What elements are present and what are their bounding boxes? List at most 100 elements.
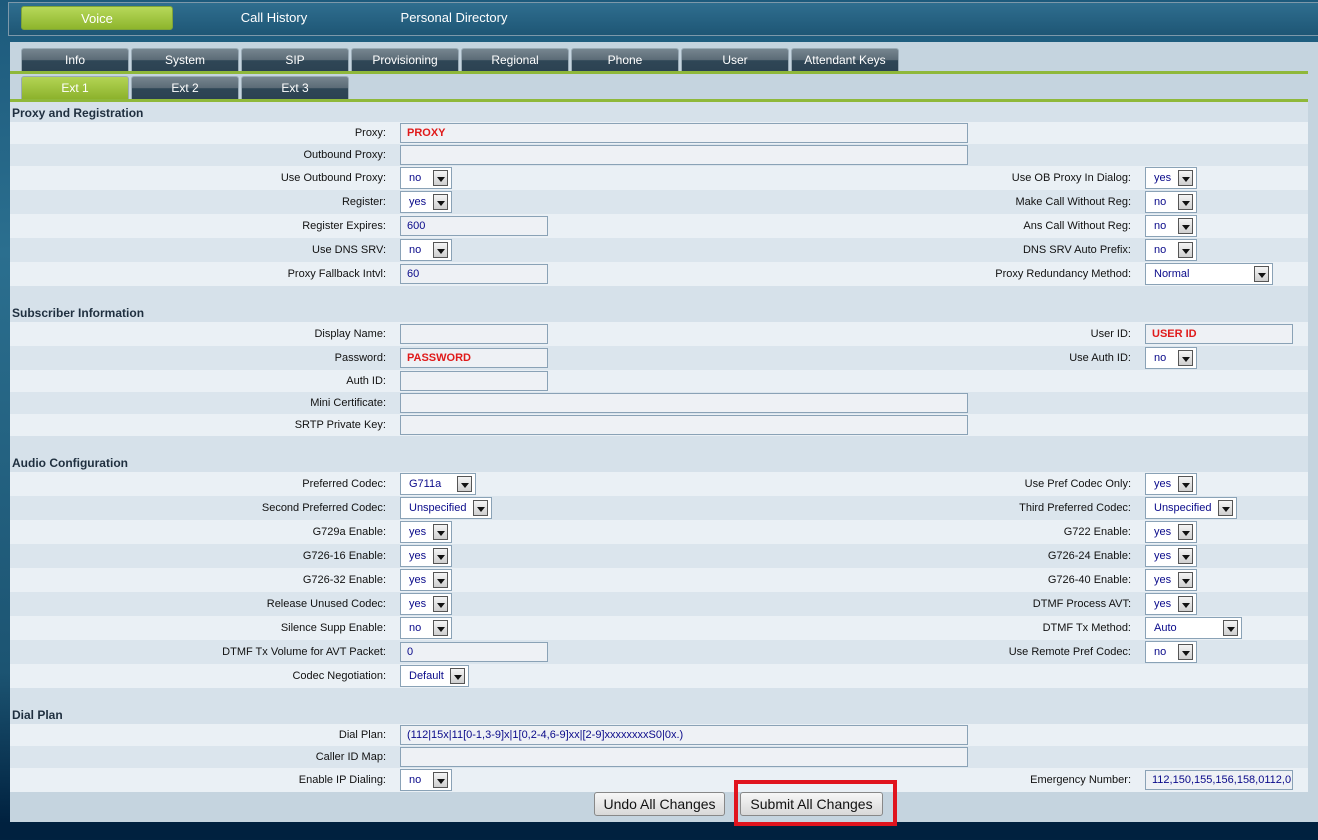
tab-system[interactable]: System bbox=[131, 48, 239, 71]
third-preferred-codec-value: Unspecified bbox=[1154, 502, 1212, 514]
chevron-down-icon[interactable] bbox=[1178, 572, 1193, 588]
chevron-down-icon[interactable] bbox=[433, 524, 448, 540]
proxy-fallback-intvl-label: Proxy Fallback Intvl: bbox=[287, 268, 386, 280]
g726-40-enable-value: yes bbox=[1154, 574, 1172, 586]
enable-ip-dialing-select[interactable]: no bbox=[400, 769, 452, 791]
dtmf-tx-method-select[interactable]: Auto bbox=[1145, 617, 1242, 639]
chevron-down-icon[interactable] bbox=[1178, 242, 1193, 258]
mini-certificate-input[interactable] bbox=[400, 393, 968, 413]
tab-regional[interactable]: Regional bbox=[461, 48, 569, 71]
g726-32-enable-value: yes bbox=[409, 574, 427, 586]
second-preferred-codec-select[interactable]: Unspecified bbox=[400, 497, 492, 519]
register-expires-input[interactable]: 600 bbox=[400, 216, 548, 236]
section-header: Subscriber Information bbox=[10, 302, 1308, 322]
dtmf-tx-method-value: Auto bbox=[1154, 622, 1177, 634]
chevron-down-icon[interactable] bbox=[450, 668, 465, 684]
nav-call-history[interactable]: Call History bbox=[199, 6, 349, 30]
proxy-fallback-intvl-input[interactable]: 60 bbox=[400, 264, 548, 284]
chevron-down-icon[interactable] bbox=[1178, 524, 1193, 540]
silence-supp-enable-select[interactable]: no bbox=[400, 617, 452, 639]
password-input[interactable]: PASSWORD bbox=[400, 348, 548, 368]
user-id-input[interactable]: USER ID bbox=[1145, 324, 1293, 344]
g726-40-enable-select[interactable]: yes bbox=[1145, 569, 1197, 591]
chevron-down-icon[interactable] bbox=[457, 476, 472, 492]
make-call-without-reg-select[interactable]: no bbox=[1145, 191, 1197, 213]
dns-srv-auto-prefix-select[interactable]: no bbox=[1145, 239, 1197, 261]
srtp-private-key-label: SRTP Private Key: bbox=[294, 419, 386, 431]
main-tabs: Info System SIP Provisioning Regional Phone Us… bbox=[21, 48, 899, 71]
release-unused-codec-label: Release Unused Codec: bbox=[266, 598, 386, 610]
chevron-down-icon[interactable] bbox=[433, 596, 448, 612]
codec-negotiation-select[interactable]: Default bbox=[400, 665, 469, 687]
third-preferred-codec-select[interactable]: Unspecified bbox=[1145, 497, 1237, 519]
chevron-down-icon[interactable] bbox=[433, 170, 448, 186]
g729a-enable-select[interactable]: yes bbox=[400, 521, 452, 543]
chevron-down-icon[interactable] bbox=[1178, 476, 1193, 492]
ans-call-without-reg-select[interactable]: no bbox=[1145, 215, 1197, 237]
g726-24-enable-select[interactable]: yes bbox=[1145, 545, 1197, 567]
chevron-down-icon[interactable] bbox=[433, 242, 448, 258]
release-unused-codec-select[interactable]: yes bbox=[400, 593, 452, 615]
proxy-redundancy-method-select[interactable]: Normal bbox=[1145, 263, 1273, 285]
chevron-down-icon[interactable] bbox=[1218, 500, 1233, 516]
g726-24-enable-label: G726-24 Enable: bbox=[1047, 550, 1131, 562]
g722-enable-select[interactable]: yes bbox=[1145, 521, 1197, 543]
use-dns-srv-select[interactable]: no bbox=[400, 239, 452, 261]
tab-ext-1[interactable]: Ext 1 bbox=[21, 76, 129, 99]
chevron-down-icon[interactable] bbox=[433, 620, 448, 636]
nav-voice[interactable]: Voice bbox=[21, 6, 173, 30]
second-preferred-codec-label: Second Preferred Codec: bbox=[261, 502, 386, 514]
chevron-down-icon[interactable] bbox=[1178, 194, 1193, 210]
use-ob-proxy-in-dialog-select[interactable]: yes bbox=[1145, 167, 1197, 189]
section-header: Proxy and Registration bbox=[10, 102, 1308, 122]
chevron-down-icon[interactable] bbox=[1178, 548, 1193, 564]
tab-provisioning[interactable]: Provisioning bbox=[351, 48, 459, 71]
tab-phone[interactable]: Phone bbox=[571, 48, 679, 71]
proxy-input[interactable]: PROXY bbox=[400, 123, 968, 143]
chevron-down-icon[interactable] bbox=[1223, 620, 1238, 636]
proxy-redundancy-method-label: Proxy Redundancy Method: bbox=[995, 268, 1131, 280]
dial-plan-input[interactable]: (112|15x|11[0-1,3-9]x|1[0,2-4,6-9]xx|[2-… bbox=[400, 725, 968, 745]
codec-negotiation-label: Codec Negotiation: bbox=[292, 670, 386, 682]
dtmf-process-avt-select[interactable]: yes bbox=[1145, 593, 1197, 615]
dtmf-tx-volume-for-avt-packet-input[interactable]: 0 bbox=[400, 642, 548, 662]
chevron-down-icon[interactable] bbox=[433, 194, 448, 210]
tab-info[interactable]: Info bbox=[21, 48, 129, 71]
chevron-down-icon[interactable] bbox=[1178, 596, 1193, 612]
nav-personal-directory[interactable]: Personal Directory bbox=[379, 6, 529, 30]
emergency-number-input[interactable]: 112,150,155,156,158,0112,0 bbox=[1145, 770, 1293, 790]
tab-sip[interactable]: SIP bbox=[241, 48, 349, 71]
chevron-down-icon[interactable] bbox=[473, 500, 488, 516]
preferred-codec-select[interactable]: G711a bbox=[400, 473, 476, 495]
tab-user[interactable]: User bbox=[681, 48, 789, 71]
display-name-input[interactable] bbox=[400, 324, 548, 344]
chevron-down-icon[interactable] bbox=[1178, 350, 1193, 366]
use-auth-id-select[interactable]: no bbox=[1145, 347, 1197, 369]
caller-id-map-input[interactable] bbox=[400, 747, 968, 767]
chevron-down-icon[interactable] bbox=[1178, 170, 1193, 186]
use-outbound-proxy-select[interactable]: no bbox=[400, 167, 452, 189]
make-call-without-reg-label: Make Call Without Reg: bbox=[1015, 196, 1131, 208]
register-select[interactable]: yes bbox=[400, 191, 452, 213]
g726-32-enable-select[interactable]: yes bbox=[400, 569, 452, 591]
chevron-down-icon[interactable] bbox=[1254, 266, 1269, 282]
use-pref-codec-only-select[interactable]: yes bbox=[1145, 473, 1197, 495]
g726-16-enable-select[interactable]: yes bbox=[400, 545, 452, 567]
chevron-down-icon[interactable] bbox=[1178, 644, 1193, 660]
tab-attendant-keys[interactable]: Attendant Keys bbox=[791, 48, 899, 71]
emergency-number-label: Emergency Number: bbox=[1030, 774, 1131, 786]
tab-ext-3[interactable]: Ext 3 bbox=[241, 76, 349, 99]
undo-all-changes-button[interactable]: Undo All Changes bbox=[594, 792, 725, 816]
tab-ext-2[interactable]: Ext 2 bbox=[131, 76, 239, 99]
chevron-down-icon[interactable] bbox=[433, 772, 448, 788]
use-remote-pref-codec-select[interactable]: no bbox=[1145, 641, 1197, 663]
chevron-down-icon[interactable] bbox=[433, 548, 448, 564]
caller-id-map-label: Caller ID Map: bbox=[315, 751, 386, 763]
dns-srv-auto-prefix-value: no bbox=[1154, 244, 1167, 256]
chevron-down-icon[interactable] bbox=[1178, 218, 1193, 234]
chevron-down-icon[interactable] bbox=[433, 572, 448, 588]
auth-id-input[interactable] bbox=[400, 371, 548, 391]
outbound-proxy-input[interactable] bbox=[400, 145, 968, 165]
srtp-private-key-input[interactable] bbox=[400, 415, 968, 435]
use-ob-proxy-in-dialog-value: yes bbox=[1154, 172, 1172, 184]
